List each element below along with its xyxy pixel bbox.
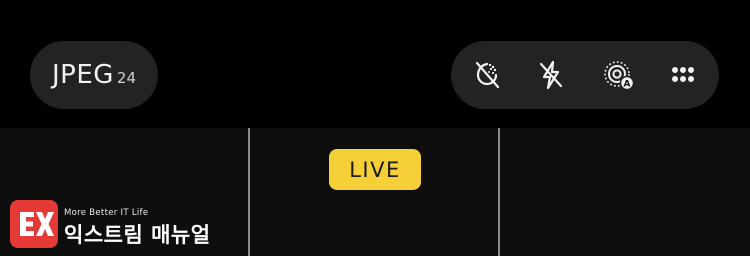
flash-off-icon[interactable] xyxy=(531,55,571,95)
site-watermark: More Better IT Life 익스트림 매뉴얼 xyxy=(8,198,211,250)
photo-format-button[interactable]: JPEG 24 xyxy=(30,41,158,109)
grid-line xyxy=(498,128,500,256)
camera-screen: JPEG 24 A LIVE More Better IT Life 익스트림 … xyxy=(0,0,750,256)
watermark-logo-icon xyxy=(10,200,58,248)
watermark-site-name: 익스트림 매뉴얼 xyxy=(64,223,211,247)
camera-top-bar: JPEG 24 A xyxy=(0,0,750,128)
format-type-label: JPEG xyxy=(51,60,114,90)
live-photo-auto-icon[interactable]: A xyxy=(599,55,639,95)
camera-tools-pill: A xyxy=(451,41,719,109)
grid-line xyxy=(248,128,250,256)
format-resolution-label: 24 xyxy=(116,69,136,87)
watermark-tagline: More Better IT Life xyxy=(64,208,149,218)
more-grid-icon[interactable] xyxy=(663,55,703,95)
live-photo-badge[interactable]: LIVE xyxy=(329,149,421,190)
live-auto-badge-letter: A xyxy=(624,80,631,90)
macro-off-icon[interactable] xyxy=(467,55,507,95)
